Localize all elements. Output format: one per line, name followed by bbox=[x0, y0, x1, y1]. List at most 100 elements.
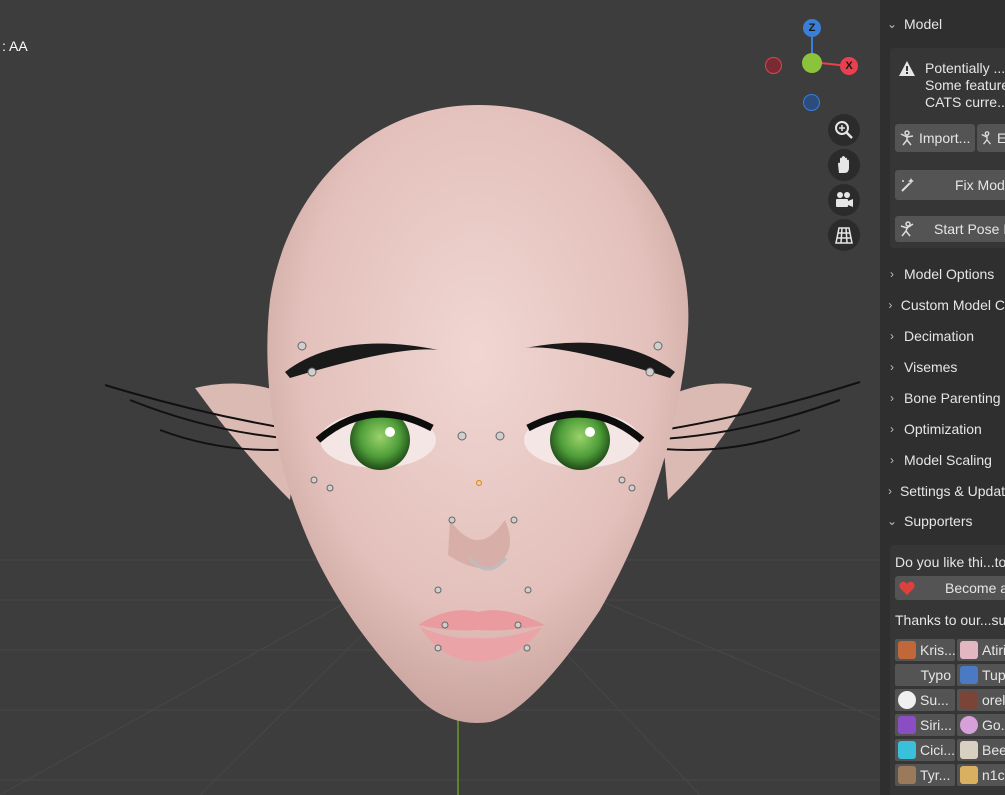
supporter-name: orel bbox=[982, 692, 1005, 708]
supporters-panel-header[interactable]: ⌄ Supporters bbox=[880, 509, 1005, 533]
panel-label: Visemes bbox=[904, 359, 958, 375]
avatar bbox=[960, 716, 978, 734]
head bbox=[267, 105, 689, 723]
supporter-name: Typo bbox=[920, 667, 951, 683]
supporter-cell[interactable]: Typo bbox=[895, 664, 955, 686]
z-axis-icon[interactable]: Z bbox=[803, 19, 821, 37]
panel-custom-model[interactable]: › Custom Model C bbox=[880, 293, 1005, 317]
panel-model-scaling[interactable]: › Model Scaling bbox=[880, 448, 1005, 472]
panel-label: Decimation bbox=[904, 328, 975, 344]
y-axis-icon[interactable] bbox=[802, 53, 822, 73]
magic-wand-icon bbox=[895, 177, 919, 193]
viewport-object-label: : AA bbox=[2, 38, 28, 54]
armature-icon bbox=[895, 130, 919, 146]
chevron-down-icon: ⌄ bbox=[886, 514, 898, 528]
supporters-panel-body: Do you like thi...to Become a Thanks to … bbox=[890, 545, 1005, 795]
zoom-icon[interactable] bbox=[828, 114, 860, 146]
chevron-right-icon: › bbox=[890, 267, 894, 281]
avatar bbox=[898, 641, 916, 659]
heart-icon bbox=[895, 581, 919, 596]
chevron-right-icon: › bbox=[890, 360, 894, 374]
supporter-name: Su... bbox=[920, 692, 949, 708]
panel-visemes[interactable]: › Visemes bbox=[880, 355, 1005, 379]
panel-label: Bone Parenting bbox=[904, 390, 1001, 406]
supporter-name: Atiri bbox=[982, 642, 1005, 658]
panel-label: Optimization bbox=[904, 421, 982, 437]
avatar bbox=[898, 741, 916, 759]
avatar bbox=[960, 666, 978, 684]
chevron-right-icon: › bbox=[890, 391, 894, 405]
pose-icon bbox=[895, 221, 919, 237]
panel-label: Model Options bbox=[904, 266, 995, 282]
import-button-label: Import... bbox=[919, 130, 971, 146]
start-pose-label: Start Pose I bbox=[934, 221, 1005, 237]
supporters-question: Do you like thi...to bbox=[895, 554, 1005, 570]
export-button[interactable]: E bbox=[977, 124, 1005, 152]
become-patron-button[interactable]: Become a bbox=[895, 576, 1005, 600]
supporter-cell[interactable]: Kris... bbox=[895, 639, 955, 661]
warning-line-3: CATS curre... bbox=[925, 94, 1005, 110]
fix-model-label: Fix Mod bbox=[955, 177, 1005, 193]
panel-label: Model Scaling bbox=[904, 452, 992, 468]
import-button[interactable]: Import... bbox=[895, 124, 975, 152]
panel-label: Settings & Updat bbox=[899, 483, 1005, 499]
3d-viewport[interactable]: : AA Z X bbox=[0, 0, 880, 795]
supporter-name: Siri... bbox=[920, 717, 952, 733]
model-panel-title: Model bbox=[904, 16, 943, 32]
panel-optimization[interactable]: › Optimization bbox=[880, 417, 1005, 441]
panel-decimation[interactable]: › Decimation bbox=[880, 324, 1005, 348]
supporter-cell[interactable]: Cici... bbox=[895, 739, 955, 761]
neg-z-axis-icon[interactable] bbox=[803, 94, 820, 111]
chevron-right-icon: › bbox=[888, 298, 893, 312]
supporter-cell[interactable]: Tup bbox=[957, 664, 1005, 686]
panel-settings-updates[interactable]: › Settings & Updat bbox=[880, 479, 1005, 503]
supporters-thanks: Thanks to our...sup bbox=[895, 612, 1005, 628]
supporter-name: n1c bbox=[982, 767, 1005, 783]
supporter-cell[interactable]: Siri... bbox=[895, 714, 955, 736]
supporter-name: Cici... bbox=[920, 742, 955, 758]
x-axis-icon[interactable]: X bbox=[840, 57, 858, 75]
avatar bbox=[898, 766, 916, 784]
viewport-scene bbox=[0, 105, 880, 795]
supporter-cell[interactable]: n1c bbox=[957, 764, 1005, 786]
supporter-cell[interactable]: Bee bbox=[957, 739, 1005, 761]
supporter-name: Tyr... bbox=[920, 767, 951, 783]
hand-icon[interactable] bbox=[828, 149, 860, 181]
supporter-name: Go. bbox=[982, 717, 1005, 733]
panel-label: Custom Model C bbox=[900, 297, 1005, 313]
avatar bbox=[960, 641, 978, 659]
supporter-cell[interactable]: Atiri bbox=[957, 639, 1005, 661]
avatar bbox=[898, 691, 916, 709]
model-panel-header[interactable]: ⌄ Model bbox=[880, 12, 1005, 36]
supporter-cell[interactable]: orel bbox=[957, 689, 1005, 711]
supporter-name: Tup bbox=[982, 667, 1005, 683]
fix-model-button[interactable]: Fix Mod bbox=[895, 170, 1005, 200]
avatar bbox=[960, 766, 978, 784]
chevron-right-icon: › bbox=[890, 329, 894, 343]
supporter-cell[interactable]: Su... bbox=[895, 689, 955, 711]
chevron-right-icon: › bbox=[890, 453, 894, 467]
avatar bbox=[898, 716, 916, 734]
supporter-name: Kris... bbox=[920, 642, 955, 658]
start-pose-mode-button[interactable]: Start Pose I bbox=[895, 216, 1005, 242]
become-patron-label: Become a bbox=[945, 580, 1005, 596]
avatar bbox=[960, 691, 978, 709]
chevron-right-icon: › bbox=[890, 422, 894, 436]
supporter-name: Bee bbox=[982, 742, 1005, 758]
n-panel-sidebar[interactable]: ⌄ Model Potentially ... Some feature CAT… bbox=[880, 0, 1005, 795]
panel-model-options[interactable]: › Model Options bbox=[880, 262, 1005, 286]
supporter-cell[interactable]: Tyr... bbox=[895, 764, 955, 786]
grid-icon[interactable] bbox=[828, 219, 860, 251]
supporter-cell[interactable]: Go. bbox=[957, 714, 1005, 736]
model-panel-body: Potentially ... Some feature CATS curre.… bbox=[890, 48, 1005, 248]
chevron-down-icon: ⌄ bbox=[886, 17, 898, 31]
avatar bbox=[960, 741, 978, 759]
neg-x-axis-icon[interactable] bbox=[765, 57, 782, 74]
supporters-title: Supporters bbox=[904, 513, 973, 529]
camera-icon[interactable] bbox=[828, 184, 860, 216]
armature-export-icon bbox=[977, 131, 997, 145]
export-button-label: E bbox=[997, 130, 1005, 146]
warning-line-1: Potentially ... bbox=[925, 60, 1005, 76]
chevron-right-icon: › bbox=[887, 484, 892, 498]
panel-bone-parenting[interactable]: › Bone Parenting bbox=[880, 386, 1005, 410]
